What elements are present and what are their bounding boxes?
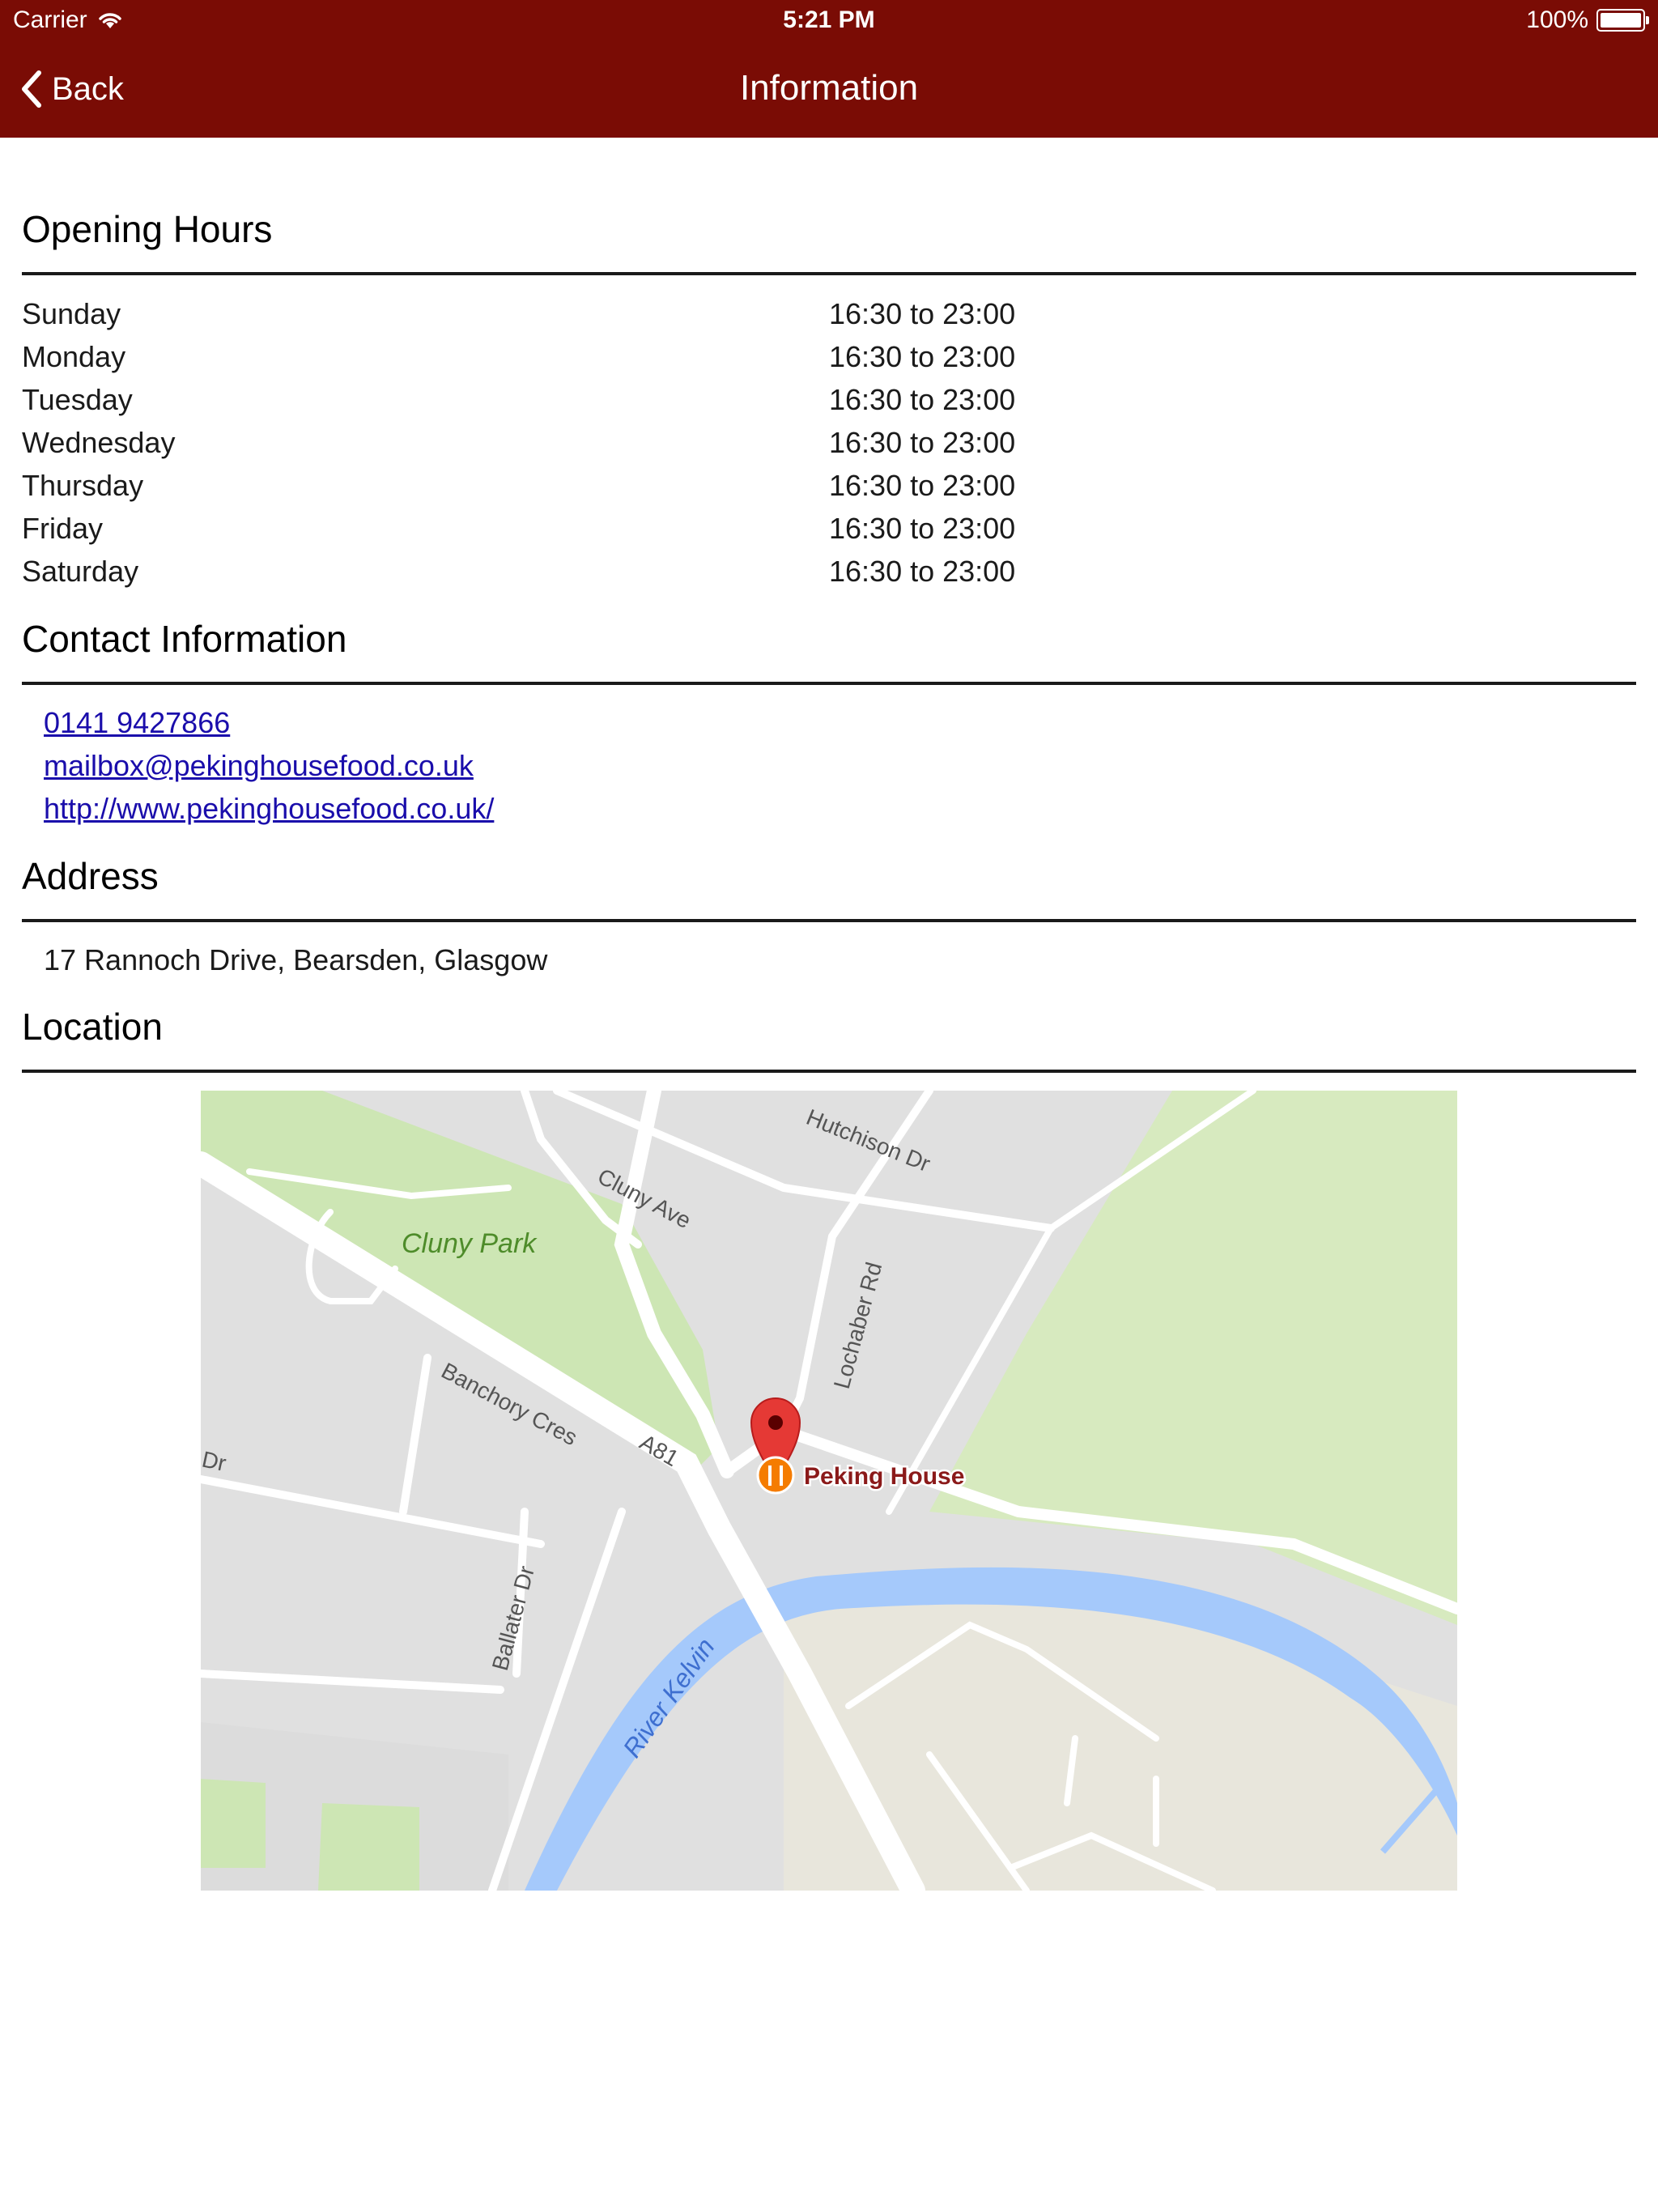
day-label: Sunday: [22, 297, 121, 330]
hours-value: 16:30 to 23:00: [829, 340, 1016, 373]
divider: [22, 682, 1636, 685]
location-title: Location: [22, 1006, 163, 1048]
hours-row: Sunday 16:30 to 23:00: [22, 293, 1636, 335]
address-title: Address: [22, 855, 159, 897]
hours-value: 16:30 to 23:00: [829, 512, 1016, 545]
divider: [22, 1070, 1636, 1073]
divider: [22, 272, 1636, 275]
address-text: 17 Rannoch Drive, Bearsden, Glasgow: [44, 943, 548, 976]
website-link[interactable]: http://www.pekinghousefood.co.uk/: [44, 792, 494, 826]
battery-icon: [1596, 9, 1649, 32]
hours-value: 16:30 to 23:00: [829, 383, 1016, 416]
map-label-park: Cluny Park: [402, 1228, 538, 1259]
day-label: Tuesday: [22, 383, 133, 416]
battery-percent: 100%: [1526, 6, 1588, 33]
location-map[interactable]: Cluny Park Cluny Ave Hutchison Dr Lochab…: [201, 1091, 1457, 1891]
phone-link[interactable]: 0141 9427866: [44, 706, 230, 740]
hours-value: 16:30 to 23:00: [829, 297, 1016, 330]
map-canvas: Cluny Park Cluny Ave Hutchison Dr Lochab…: [201, 1091, 1457, 1891]
day-label: Wednesday: [22, 426, 176, 459]
status-bar: Carrier 5:21 PM 100%: [0, 0, 1658, 44]
hours-row: Tuesday 16:30 to 23:00: [22, 379, 1636, 421]
nav-bar: Carrier 5:21 PM 100% Back Information: [0, 0, 1658, 138]
divider: [22, 919, 1636, 922]
hours-row: Wednesday 16:30 to 23:00: [22, 422, 1636, 464]
day-label: Monday: [22, 340, 126, 373]
hours-value: 16:30 to 23:00: [829, 469, 1016, 502]
hours-value: 16:30 to 23:00: [829, 426, 1016, 459]
hours-row: Friday 16:30 to 23:00: [22, 508, 1636, 550]
hours-row: Monday 16:30 to 23:00: [22, 336, 1636, 378]
opening-hours-title: Opening Hours: [22, 208, 273, 250]
day-label: Friday: [22, 512, 104, 545]
day-label: Saturday: [22, 555, 139, 588]
hours-row: Thursday 16:30 to 23:00: [22, 465, 1636, 507]
hours-row: Saturday 16:30 to 23:00: [22, 551, 1636, 593]
hours-value: 16:30 to 23:00: [829, 555, 1016, 588]
status-time: 5:21 PM: [783, 6, 875, 33]
restaurant-icon: [756, 1456, 795, 1495]
contact-title: Contact Information: [22, 618, 347, 660]
email-link[interactable]: mailbox@pekinghousefood.co.uk: [44, 749, 474, 783]
map-label-place: Peking House: [804, 1463, 964, 1490]
status-battery: 100%: [1526, 6, 1649, 34]
day-label: Thursday: [22, 469, 144, 502]
page-title: Information: [739, 68, 919, 108]
